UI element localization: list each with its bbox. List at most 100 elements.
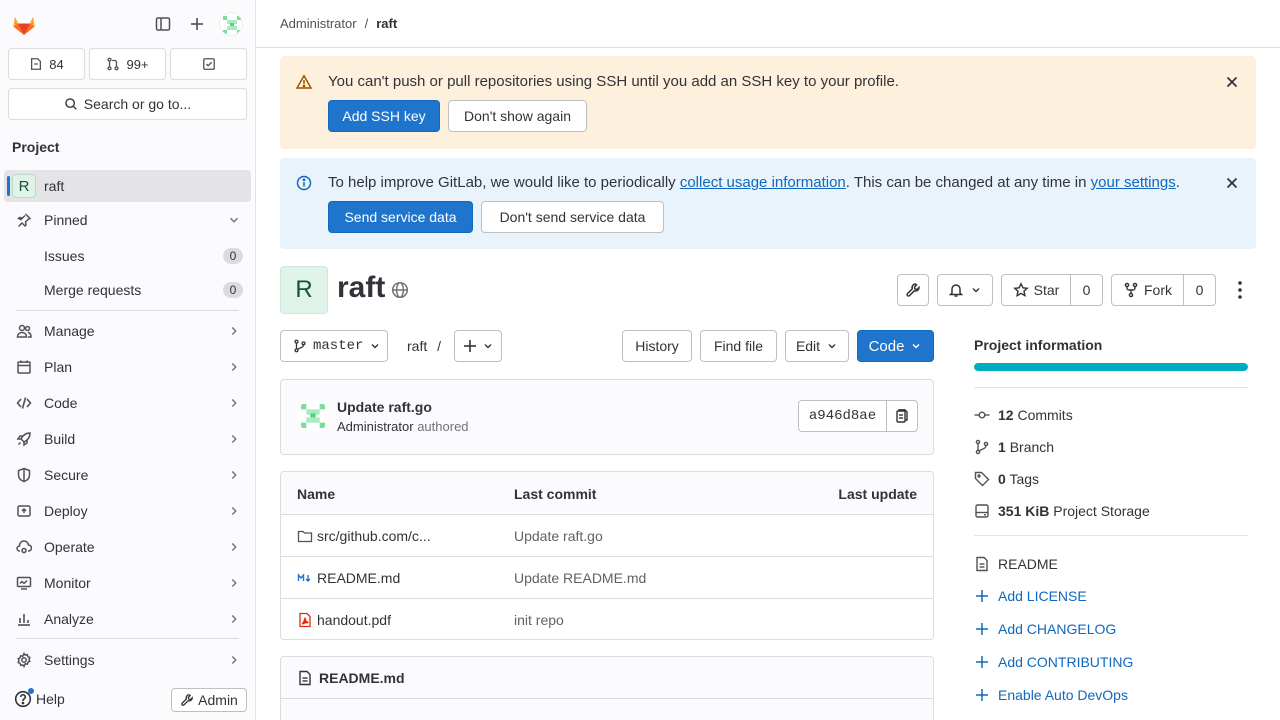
storage-link[interactable]: 351 KiB Project Storage: [974, 503, 1150, 519]
branches-link[interactable]: 1 Branch: [974, 439, 1054, 455]
find-file-button[interactable]: Find file: [700, 330, 777, 362]
table-row[interactable]: README.md Update README.md: [281, 557, 933, 599]
enable-auto-devops-link[interactable]: Enable Auto DevOps: [974, 687, 1128, 703]
sidebar-item-pinned[interactable]: Pinned: [4, 204, 251, 236]
sidebar-item-settings[interactable]: Settings: [4, 644, 251, 676]
close-icon[interactable]: [1224, 175, 1240, 191]
sidebar-toggle-icon[interactable]: [151, 12, 175, 36]
sidebar-item-analyze[interactable]: Analyze: [4, 603, 251, 635]
fork-count[interactable]: 0: [1183, 274, 1216, 306]
project-title: raft: [337, 271, 386, 304]
user-avatar[interactable]: [219, 12, 243, 36]
star-count[interactable]: 0: [1070, 274, 1103, 306]
notifications-dropdown[interactable]: [937, 274, 993, 306]
sidebar-item-operate[interactable]: Operate: [4, 531, 251, 563]
sidebar-item-plan[interactable]: Plan: [4, 351, 251, 383]
add-contributing-link[interactable]: Add CONTRIBUTING: [974, 654, 1133, 670]
repo-path-root[interactable]: raft: [407, 338, 427, 354]
edit-label: Edit: [795, 338, 821, 354]
sidebar-item-label: Deploy: [44, 503, 88, 519]
sidebar-item-manage[interactable]: Manage: [4, 315, 251, 347]
chevron-down-icon: [970, 284, 982, 296]
fork-button[interactable]: Fork: [1111, 274, 1184, 306]
branches-label: Branch: [1009, 439, 1055, 455]
sidebar-item-build[interactable]: Build: [4, 423, 251, 455]
breadcrumb-current[interactable]: raft: [376, 16, 397, 31]
dont-send-service-data-button[interactable]: Don't send service data: [481, 201, 664, 233]
file-last-commit[interactable]: Update README.md: [514, 570, 646, 586]
star-button[interactable]: Star: [1001, 274, 1071, 306]
sidebar-item-issues[interactable]: Issues 0: [4, 240, 251, 272]
send-service-data-button[interactable]: Send service data: [328, 201, 473, 233]
breadcrumb-parent[interactable]: Administrator: [280, 16, 357, 31]
sidebar-item-merge-requests[interactable]: Merge requests 0: [4, 274, 251, 306]
sidebar-item-monitor[interactable]: Monitor: [4, 567, 251, 599]
sidebar-item-label: Manage: [44, 323, 95, 339]
sidebar-item-label: Secure: [44, 467, 89, 483]
pin-icon: [16, 212, 32, 228]
shield-icon: [16, 467, 32, 483]
project-settings-button[interactable]: [897, 274, 929, 306]
merge-requests-count-button[interactable]: 99+: [89, 48, 166, 80]
add-to-tree-dropdown[interactable]: [454, 330, 502, 362]
add-changelog-label: Add CHANGELOG: [998, 621, 1117, 637]
last-commit-panel: Update raft.go Administrator authored a9…: [280, 379, 934, 455]
chevron-right-icon: [227, 396, 241, 410]
plus-icon[interactable]: [185, 12, 209, 36]
your-settings-link[interactable]: your settings: [1091, 174, 1176, 191]
dont-show-again-button[interactable]: Don't show again: [448, 100, 587, 132]
help-button[interactable]: Help: [14, 688, 65, 708]
star-icon: [1012, 282, 1029, 298]
search-button[interactable]: Search or go to...: [8, 88, 247, 120]
file-last-commit[interactable]: Update raft.go: [514, 528, 603, 544]
add-ssh-key-button[interactable]: Add SSH key: [328, 100, 440, 132]
commit-action: authored: [417, 419, 469, 434]
readme-title[interactable]: README.md: [319, 670, 405, 686]
tag-icon: [974, 471, 990, 487]
sidebar-item-code[interactable]: Code: [4, 387, 251, 419]
file-last-commit[interactable]: init repo: [514, 612, 564, 628]
fork-icon: [1123, 282, 1139, 298]
code-icon: [16, 395, 32, 411]
close-icon[interactable]: [1224, 74, 1240, 90]
edit-dropdown[interactable]: Edit: [785, 330, 849, 362]
branch-selector[interactable]: master: [280, 330, 388, 362]
collect-usage-link[interactable]: collect usage information: [680, 174, 846, 191]
admin-button[interactable]: Admin: [171, 688, 247, 712]
chevron-down-icon: [369, 340, 381, 352]
sidebar-item-project[interactable]: R raft: [4, 170, 251, 202]
issues-count-button[interactable]: 84: [8, 48, 85, 80]
history-button[interactable]: History: [622, 330, 692, 362]
sidebar-item-secure[interactable]: Secure: [4, 459, 251, 491]
file-name[interactable]: src/github.com/c...: [317, 528, 431, 544]
sidebar-item-label: Plan: [44, 359, 73, 375]
cloud-gear-icon: [16, 539, 32, 555]
file-name[interactable]: handout.pdf: [317, 612, 391, 628]
gitlab-logo[interactable]: [10, 10, 38, 38]
project-info-progress: [974, 363, 1248, 371]
copy-sha-button[interactable]: [886, 400, 918, 432]
sidebar-item-deploy[interactable]: Deploy: [4, 495, 251, 527]
code-dropdown[interactable]: Code: [857, 330, 934, 362]
document-icon: [974, 556, 990, 572]
tags-link[interactable]: 0 Tags: [974, 471, 1039, 487]
add-contributing-label: Add CONTRIBUTING: [998, 654, 1134, 670]
add-license-link[interactable]: Add LICENSE: [974, 588, 1087, 604]
usage-text-middle: . This can be changed at any time in: [845, 174, 1091, 191]
commit-title[interactable]: Update raft.go: [337, 399, 432, 415]
commits-link[interactable]: 12 Commits: [974, 407, 1073, 423]
more-actions-icon[interactable]: [1228, 278, 1252, 302]
file-name[interactable]: README.md: [317, 570, 400, 586]
table-row[interactable]: src/github.com/c... Update raft.go: [281, 515, 933, 557]
commit-sha-button[interactable]: a946d8ae: [798, 400, 887, 432]
readme-link[interactable]: README: [974, 556, 1058, 572]
search-icon: [64, 97, 78, 111]
commit-author-avatar[interactable]: [297, 400, 329, 432]
table-row[interactable]: handout.pdf init repo: [281, 599, 933, 639]
todos-button[interactable]: [170, 48, 247, 80]
commit-icon: [974, 407, 990, 423]
commit-author[interactable]: Administrator: [337, 419, 414, 434]
commits-count: 12: [998, 407, 1014, 423]
add-changelog-link[interactable]: Add CHANGELOG: [974, 621, 1116, 637]
storage-label: Project Storage: [1053, 503, 1150, 519]
